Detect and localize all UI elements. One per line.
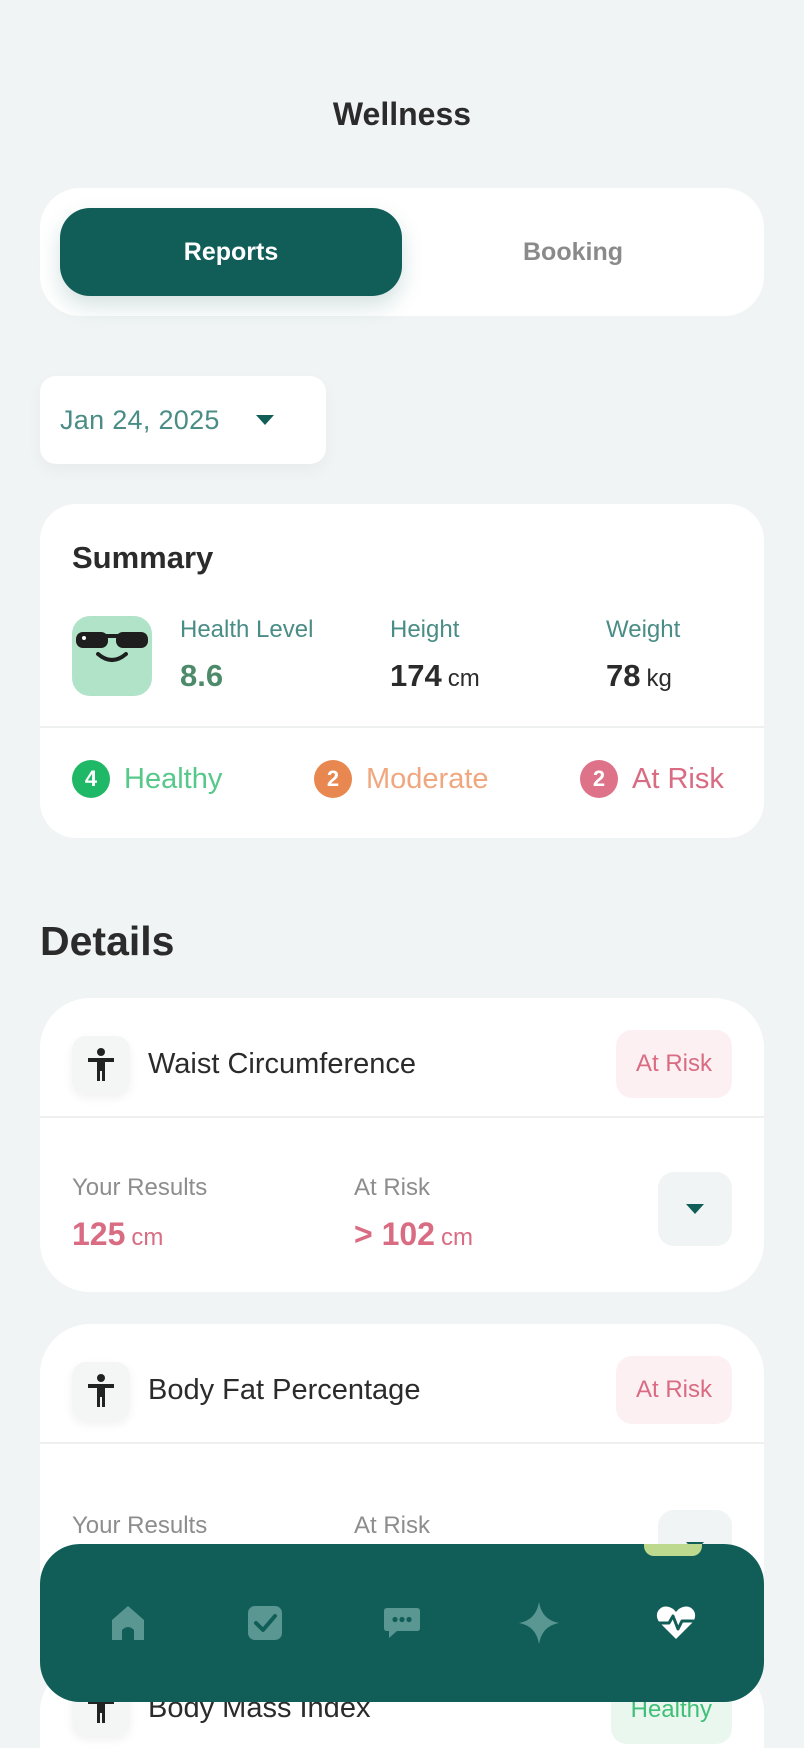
status-moderate: 2 Moderate xyxy=(314,760,489,798)
at-risk-count: 2 xyxy=(580,760,618,798)
healthy-count: 4 xyxy=(72,760,110,798)
nav-sparkle[interactable] xyxy=(494,1578,584,1668)
summary-card: Summary Health Level 8.6 Height 174 cm We… xyxy=(40,504,764,838)
at-risk-label: At Risk xyxy=(632,762,724,795)
your-results: Your Results 125 cm xyxy=(72,1174,207,1253)
page-title: Wellness xyxy=(332,96,472,132)
height-label: Height xyxy=(390,616,460,643)
weight-value: 78 xyxy=(606,658,641,693)
nav-home[interactable] xyxy=(83,1578,173,1668)
healthy-label: Healthy xyxy=(124,762,223,795)
heart-pulse-icon xyxy=(656,1606,695,1639)
expand-button[interactable] xyxy=(658,1172,732,1246)
status-healthy: 4 Healthy xyxy=(72,760,222,798)
status-at-risk: 2 At Risk xyxy=(580,760,724,798)
chevron-down-icon xyxy=(255,415,274,425)
height-value: 174 xyxy=(390,658,442,693)
checklist-icon xyxy=(248,1606,283,1640)
detail-card-waist[interactable]: Waist Circumference At Risk Your Results… xyxy=(40,998,764,1292)
health-level-label: Health Level xyxy=(180,616,314,643)
height-metric: Height 174 cm xyxy=(390,616,480,694)
details-title: Details xyxy=(40,918,175,964)
threshold-label: At Risk xyxy=(354,1174,431,1201)
threshold-value: > 102 xyxy=(354,1216,435,1252)
health-level-value: 8.6 xyxy=(180,658,224,693)
card-divider xyxy=(40,1442,764,1444)
date-value: Jan 24, 2025 xyxy=(60,404,220,435)
chat-icon xyxy=(383,1608,420,1638)
moderate-label: Moderate xyxy=(366,762,489,795)
tab-booking[interactable]: Booking xyxy=(402,208,744,296)
results-label: Your Results xyxy=(72,1174,208,1201)
bottom-nav xyxy=(40,1544,764,1702)
tab-reports[interactable]: Reports xyxy=(60,208,402,296)
threshold: At Risk > 102 cm xyxy=(354,1174,473,1253)
sparkle-icon xyxy=(518,1602,559,1644)
card-divider xyxy=(40,1116,764,1118)
summary-divider xyxy=(40,726,764,728)
your-results: Your Results xyxy=(72,1512,207,1540)
status-badge: At Risk xyxy=(615,1030,732,1098)
moderate-count: 2 xyxy=(314,760,352,798)
status-badge: At Risk xyxy=(615,1356,732,1424)
health-avatar-icon xyxy=(72,616,152,696)
height-unit: cm xyxy=(447,665,480,692)
chevron-down-icon xyxy=(686,1204,704,1214)
date-picker[interactable]: Jan 24, 2025 xyxy=(40,376,326,464)
card-title: Body Fat Percentage xyxy=(148,1374,421,1406)
home-icon xyxy=(112,1606,145,1640)
person-icon xyxy=(72,1036,130,1094)
nav-active-indicator xyxy=(644,1544,702,1556)
threshold-label: At Risk xyxy=(354,1512,431,1539)
person-icon xyxy=(72,1362,130,1420)
nav-chat[interactable] xyxy=(357,1578,447,1668)
nav-tasks[interactable] xyxy=(220,1578,310,1668)
card-title: Waist Circumference xyxy=(148,1048,417,1080)
results-unit: cm xyxy=(131,1224,164,1251)
results-value: 125 xyxy=(72,1216,126,1252)
nav-health[interactable] xyxy=(631,1578,721,1668)
results-label: Your Results xyxy=(72,1512,208,1539)
weight-metric: Weight 78 kg xyxy=(606,616,680,694)
threshold: At Risk xyxy=(354,1512,430,1540)
weight-label: Weight xyxy=(606,616,681,643)
summary-title: Summary xyxy=(72,540,214,575)
health-level-metric: Health Level 8.6 xyxy=(180,616,313,694)
segmented-tabs: Reports Booking xyxy=(40,188,764,316)
threshold-unit: cm xyxy=(440,1224,473,1251)
weight-unit: kg xyxy=(646,665,672,692)
